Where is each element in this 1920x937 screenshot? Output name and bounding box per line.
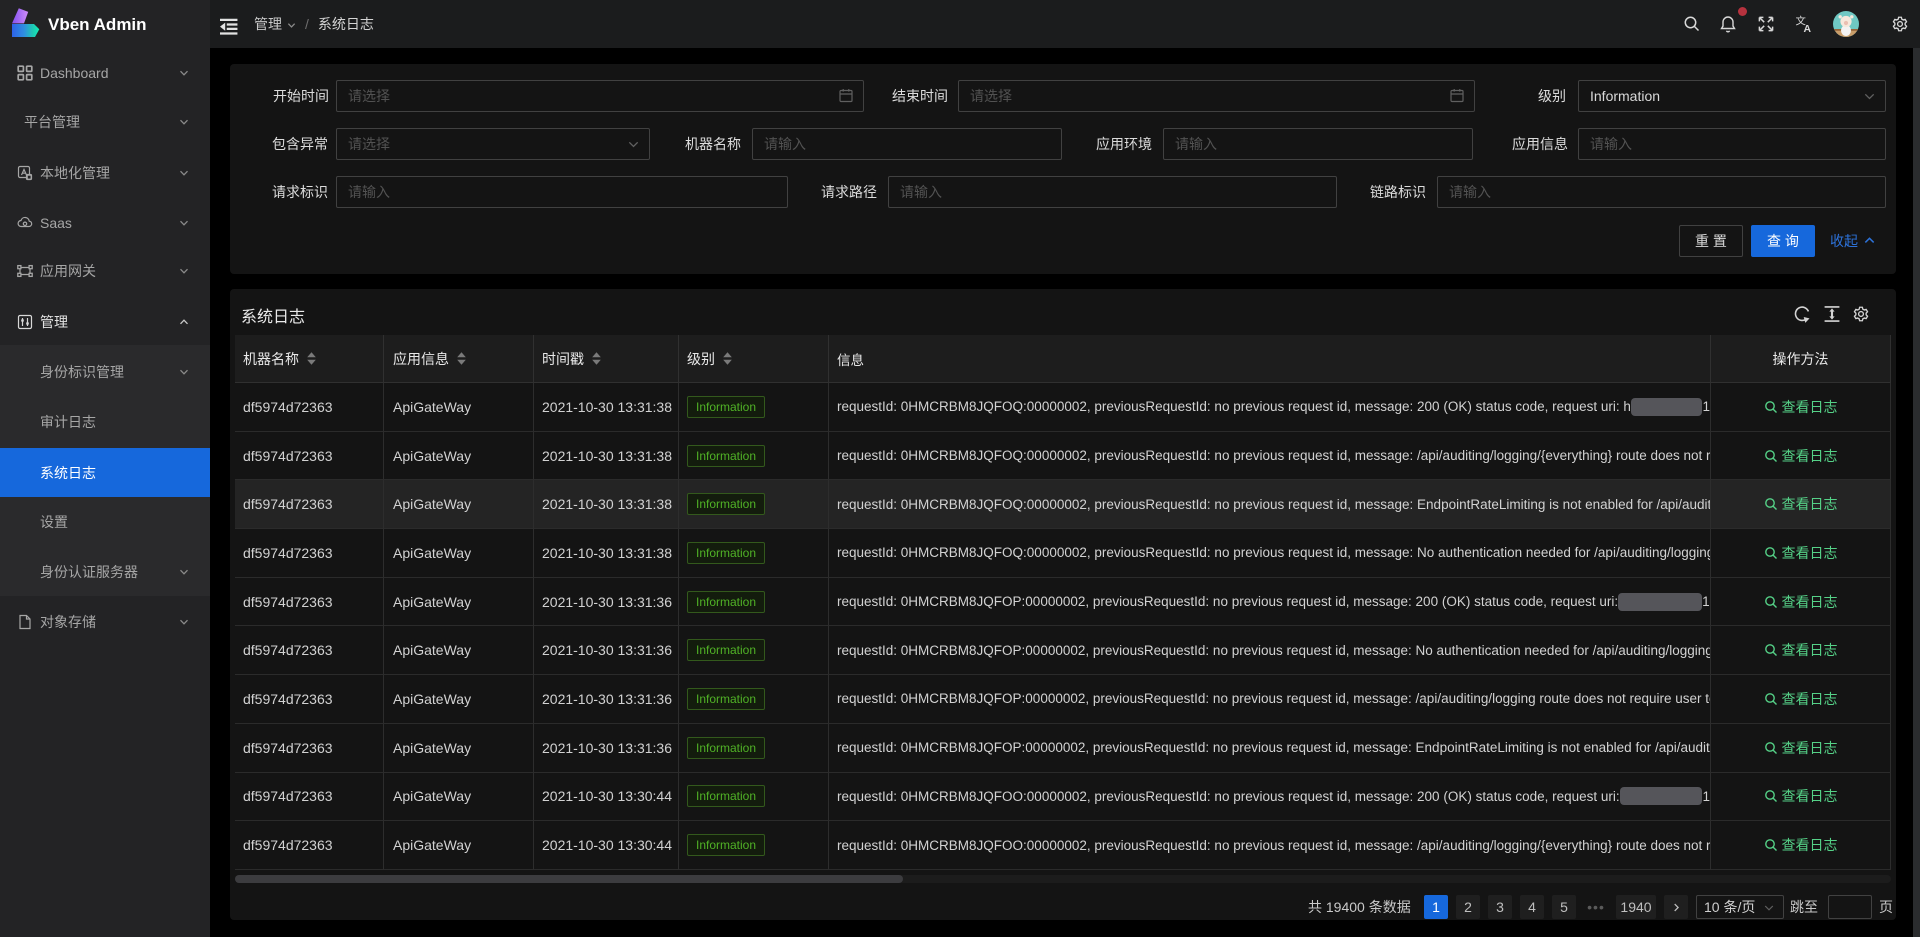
svg-text:A: A: [1804, 24, 1812, 33]
